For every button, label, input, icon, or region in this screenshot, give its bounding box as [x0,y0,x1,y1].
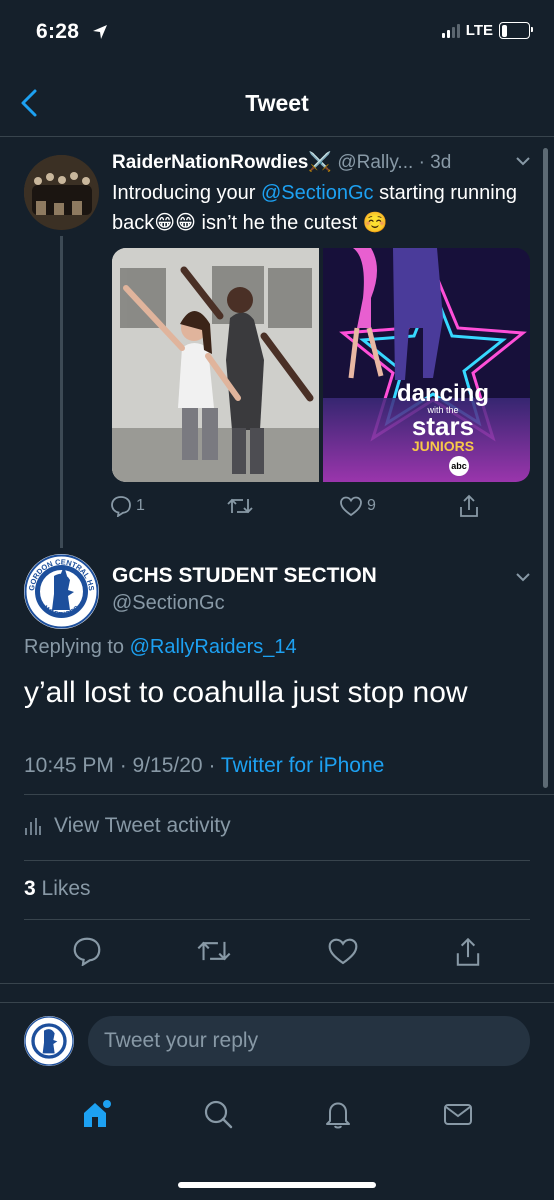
reply-icon [111,496,131,517]
handle[interactable]: @SectionGc [112,592,225,615]
share-icon [460,494,478,517]
replying-to: Replying to @RallyRaiders_14 [24,636,297,659]
svg-text:GORDON CENTRAL HS: GORDON CENTRAL HS [27,557,96,591]
reply-button[interactable]: 1 [110,495,145,517]
home-icon [84,1100,111,1127]
retweet-icon [227,498,253,514]
replying-to-link[interactable]: @RallyRaiders_14 [130,636,297,658]
tab-bar [0,1086,554,1142]
chevron-down-icon[interactable] [514,568,532,586]
divider [24,919,530,920]
view-tweet-activity-button[interactable]: View Tweet activity [24,814,231,838]
tweet-media[interactable]: dancing with the stars JUNIORS abc [112,248,530,482]
chevron-down-icon[interactable] [514,152,532,170]
name-emoji: ⚔️ [308,152,333,173]
location-arrow-icon [92,24,108,40]
my-avatar[interactable] [24,1016,74,1066]
tweet-timestamp: 10:45 PM · 9/15/20 · [24,754,221,777]
divider [0,983,554,984]
reply-icon [73,937,101,966]
avatar[interactable] [24,155,99,230]
mail-icon [444,1104,472,1125]
reply-bar-divider [0,1002,554,1003]
like-count: 9 [367,497,376,514]
heart-icon [340,496,362,517]
thread-line [60,236,63,548]
battery-icon [499,22,533,39]
tab-notifications[interactable] [322,1098,354,1130]
tweet-meta: 10:45 PM · 9/15/20 · Twitter for iPhone [24,754,384,778]
tweet-age: · 3d [418,152,452,173]
handle: @Rally... [337,152,414,173]
heart-icon [328,938,358,965]
retweet-icon [197,941,231,961]
likes-label: Likes [35,877,91,900]
main-tweet-actions [72,936,482,968]
signal-icon [441,23,460,38]
network-label: LTE [465,22,493,39]
like-button[interactable] [327,936,359,968]
tab-search[interactable] [202,1098,234,1130]
divider [24,860,530,861]
avatar-text-top: GORDON CENTRAL HS [27,557,96,591]
divider [24,794,554,795]
tweet-text: y’all lost to coahulla just stop now [24,676,468,709]
display-name[interactable]: RaiderNationRowdies [112,152,308,173]
home-indicator[interactable] [178,1182,376,1188]
page-title: Tweet [245,90,309,116]
network-logo: abc [449,456,469,476]
display-name[interactable]: GCHS STUDENT SECTION [112,564,377,588]
likes-count: 3 [24,877,36,900]
avatar-ring-text: GORDON CENTRAL HS WARRIORS [24,554,99,629]
analytics-icon [25,818,41,835]
tweet-header: RaiderNationRowdies⚔️ @Rally... · 3d [112,150,451,174]
retweet-button[interactable] [227,495,257,517]
tweet-actions: 1 9 [110,494,480,518]
reply-input[interactable]: Tweet your reply [88,1016,530,1066]
svg-text:WARRIORS: WARRIORS [42,604,81,620]
share-button[interactable] [454,936,482,968]
share-button[interactable] [458,494,480,518]
tab-home[interactable] [80,1097,114,1131]
photo-dancers[interactable] [112,248,319,482]
like-button[interactable]: 9 [339,495,376,517]
search-icon [204,1100,233,1129]
tab-messages[interactable] [442,1098,474,1130]
photo-dancing-with-the-stars[interactable]: dancing with the stars JUNIORS abc [323,248,530,482]
scrollbar[interactable] [543,148,548,788]
logo-word-3: stars [411,411,475,441]
logo-word-4: JUNIORS [411,438,475,454]
tweet-text: Introducing your @SectionGc starting run… [112,178,542,238]
retweet-button[interactable] [197,936,231,968]
status-indicators: LTE [441,22,533,39]
view-tweet-activity-label: View Tweet activity [54,814,231,837]
tweet-text-prefix: Introducing your [112,182,261,204]
mention-link[interactable]: @SectionGc [261,182,374,204]
status-time: 6:28 [36,20,80,43]
reply-count: 1 [136,497,145,514]
avatar-text-bottom: WARRIORS [42,604,81,620]
likes-summary[interactable]: 3 Likes [24,877,91,901]
reply-button[interactable] [72,936,102,968]
replying-label: Replying to [24,636,130,658]
share-icon [456,937,480,966]
show-logo: dancing with the stars JUNIORS [397,380,490,454]
tweet-source[interactable]: Twitter for iPhone [221,754,384,777]
logo-word-1: dancing [397,380,490,407]
header-divider [0,136,554,137]
bell-icon [326,1102,350,1129]
